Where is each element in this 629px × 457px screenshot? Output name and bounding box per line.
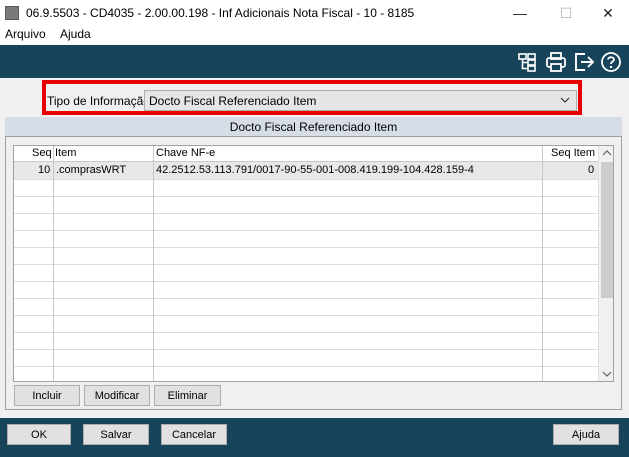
column-header-seq[interactable]: Seq — [32, 147, 52, 159]
vertical-scrollbar[interactable] — [598, 146, 613, 381]
minimize-button[interactable]: — — [500, 2, 540, 24]
row-divider — [14, 247, 598, 248]
salvar-button[interactable]: Salvar — [83, 424, 149, 445]
row-divider — [14, 298, 598, 299]
row-divider — [14, 315, 598, 316]
tree-icon[interactable] — [516, 51, 538, 73]
row-divider — [14, 213, 598, 214]
column-divider — [53, 146, 54, 381]
title-bar: 06.9.5503 - CD4035 - 2.00.00.198 - Inf A… — [0, 0, 629, 26]
row-divider — [14, 349, 598, 350]
row-divider — [14, 281, 598, 282]
row-divider — [14, 366, 598, 367]
toolbar — [0, 45, 629, 78]
column-divider — [542, 146, 543, 381]
tipo-select[interactable]: Docto Fiscal Referenciado Item — [144, 90, 577, 111]
modificar-button[interactable]: Modificar — [84, 385, 150, 406]
grid-header: Seq Item Chave NF-e Seq Item — [14, 146, 598, 162]
window-title: 06.9.5503 - CD4035 - 2.00.00.198 - Inf A… — [26, 6, 415, 20]
row-divider — [14, 230, 598, 231]
tipo-label: Tipo de Informação: — [47, 94, 154, 108]
row-divider — [14, 179, 598, 180]
cell-seq: 10 — [38, 164, 51, 176]
scrollbar-thumb[interactable] — [601, 162, 613, 298]
ajuda-button[interactable]: Ajuda — [553, 424, 619, 445]
cell-seq-item: 0 — [588, 164, 595, 176]
scroll-up-icon[interactable] — [602, 149, 612, 157]
cell-chave: 42.2512.53.113.791/0017-90-55-001-008.41… — [156, 164, 474, 176]
help-icon[interactable] — [600, 51, 622, 73]
menu-bar: Arquivo Ajuda — [0, 26, 629, 44]
close-button[interactable]: ✕ — [588, 2, 628, 24]
group-title: Docto Fiscal Referenciado Item — [5, 117, 622, 137]
column-header-chave[interactable]: Chave NF-e — [156, 147, 215, 159]
cancelar-button[interactable]: Cancelar — [161, 424, 227, 445]
chevron-down-icon — [560, 97, 570, 103]
column-header-seq-item[interactable]: Seq Item — [551, 147, 595, 159]
eliminar-button[interactable]: Eliminar — [154, 385, 221, 406]
row-divider — [14, 332, 598, 333]
column-divider — [153, 146, 154, 381]
tipo-select-value: Docto Fiscal Referenciado Item — [149, 94, 317, 108]
app-icon — [5, 6, 19, 20]
menu-ajuda[interactable]: Ajuda — [60, 27, 91, 41]
exit-icon[interactable] — [573, 51, 595, 73]
column-header-item[interactable]: Item — [55, 147, 76, 159]
scroll-down-icon[interactable] — [602, 370, 612, 378]
print-icon[interactable] — [545, 51, 567, 73]
data-grid[interactable]: Seq Item Chave NF-e Seq Item 10 .compras… — [13, 145, 614, 382]
maximize-button[interactable]: ☐ — [546, 2, 586, 24]
menu-arquivo[interactable]: Arquivo — [5, 27, 46, 41]
ok-button[interactable]: OK — [7, 424, 71, 445]
cell-item: .comprasWRT — [56, 164, 127, 176]
incluir-button[interactable]: Incluir — [14, 385, 80, 406]
row-divider — [14, 264, 598, 265]
row-divider — [14, 196, 598, 197]
